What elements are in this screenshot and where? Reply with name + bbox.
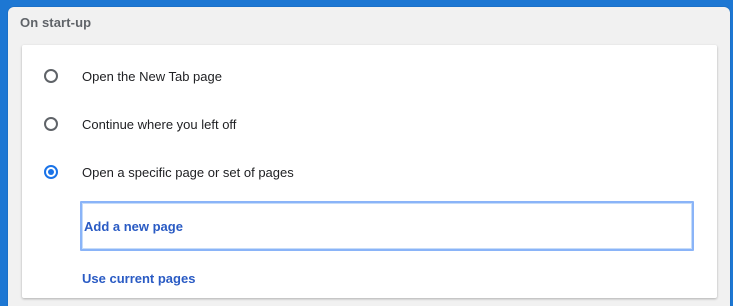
- radio-label-continue[interactable]: Continue where you left off: [82, 117, 236, 132]
- radio-label-specific-pages[interactable]: Open a specific page or set of pages: [82, 165, 294, 180]
- radio-option-new-tab[interactable]: Open the New Tab page: [22, 56, 717, 96]
- radio-button-checked-icon[interactable]: [44, 165, 58, 179]
- startup-settings-panel: On start-up Open the New Tab page Contin…: [8, 7, 730, 306]
- add-new-page-item[interactable]: Add a new page: [80, 201, 694, 251]
- radio-option-specific-pages[interactable]: Open a specific page or set of pages: [22, 152, 717, 192]
- startup-options-card: Open the New Tab page Continue where you…: [22, 45, 717, 298]
- section-title: On start-up: [20, 15, 92, 30]
- radio-button-unchecked-icon[interactable]: [44, 117, 58, 131]
- radio-button-unchecked-icon[interactable]: [44, 69, 58, 83]
- add-new-page-link[interactable]: Add a new page: [84, 219, 183, 234]
- radio-label-new-tab[interactable]: Open the New Tab page: [82, 69, 222, 84]
- use-current-pages-link[interactable]: Use current pages: [82, 271, 195, 286]
- radio-option-continue[interactable]: Continue where you left off: [22, 104, 717, 144]
